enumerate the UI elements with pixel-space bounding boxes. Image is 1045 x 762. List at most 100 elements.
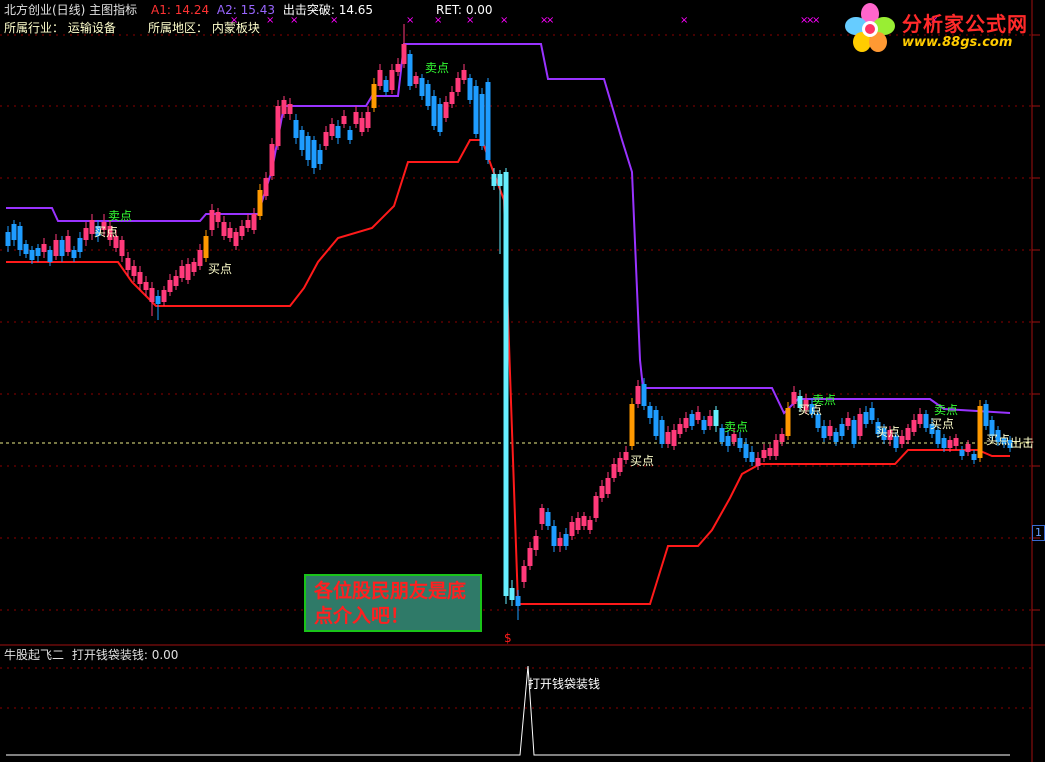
callout-line-2: 点介入吧！ bbox=[314, 605, 410, 627]
candle-body bbox=[203, 236, 209, 258]
candle bbox=[137, 266, 143, 290]
candle-body bbox=[773, 440, 779, 456]
candle-body bbox=[371, 84, 377, 108]
candle bbox=[461, 64, 467, 84]
candle bbox=[323, 126, 329, 150]
candle bbox=[563, 528, 569, 550]
candle-body bbox=[245, 220, 251, 228]
cross-mark: × bbox=[406, 15, 414, 26]
candle bbox=[233, 228, 239, 250]
candle bbox=[983, 400, 989, 430]
candle-body bbox=[299, 130, 305, 150]
candle-body bbox=[137, 272, 143, 284]
cross-mark: × bbox=[466, 15, 474, 26]
buy-label: 买点 bbox=[930, 417, 954, 431]
candle-body bbox=[515, 596, 521, 606]
candle bbox=[287, 98, 293, 120]
candle bbox=[311, 136, 317, 174]
candle-body bbox=[191, 262, 197, 272]
candle-body bbox=[827, 426, 833, 436]
candle bbox=[455, 72, 461, 96]
candle bbox=[713, 406, 719, 432]
candle bbox=[191, 258, 197, 276]
candle-body bbox=[749, 452, 755, 462]
candle bbox=[749, 446, 755, 466]
candle bbox=[623, 446, 629, 464]
candle bbox=[767, 444, 773, 460]
candle-body bbox=[545, 512, 551, 526]
candle-body bbox=[419, 78, 425, 96]
candle bbox=[695, 406, 701, 424]
logo-name: 分析家公式网 bbox=[902, 12, 1028, 36]
candle bbox=[917, 408, 923, 428]
cross-mark: × bbox=[546, 15, 554, 26]
candle bbox=[611, 458, 617, 482]
candle-body bbox=[977, 406, 983, 458]
cross-mark: × bbox=[434, 15, 442, 26]
candle bbox=[737, 432, 743, 452]
candle bbox=[545, 508, 551, 530]
candle-body bbox=[293, 120, 299, 138]
candle-body bbox=[845, 418, 851, 426]
candle-body bbox=[407, 54, 413, 86]
candle bbox=[665, 426, 671, 448]
candle-body bbox=[971, 454, 977, 460]
candle bbox=[473, 80, 479, 138]
candle-body bbox=[251, 214, 257, 230]
candle-body bbox=[335, 126, 341, 138]
candle bbox=[17, 222, 23, 256]
candle-body bbox=[509, 588, 515, 600]
candle bbox=[497, 170, 503, 254]
candle-body bbox=[539, 508, 545, 524]
candle-body bbox=[197, 250, 203, 266]
candle bbox=[911, 414, 917, 436]
candle bbox=[869, 402, 875, 424]
candle bbox=[527, 542, 533, 570]
candle-body bbox=[239, 226, 245, 236]
candle bbox=[413, 72, 419, 88]
candle bbox=[293, 114, 299, 144]
candle-body bbox=[77, 238, 83, 252]
candle-body bbox=[185, 264, 191, 280]
candle bbox=[743, 438, 749, 462]
candle bbox=[485, 78, 491, 164]
candle-body bbox=[449, 92, 455, 104]
candle-body bbox=[767, 448, 773, 456]
candle bbox=[407, 50, 413, 90]
candle-body bbox=[53, 240, 59, 256]
candle-body bbox=[761, 450, 767, 458]
candle-body bbox=[569, 522, 575, 536]
candle-body bbox=[161, 290, 167, 302]
candle-body bbox=[653, 410, 659, 436]
candle bbox=[131, 260, 137, 282]
candle bbox=[197, 244, 203, 270]
candle bbox=[821, 420, 827, 442]
candle-body bbox=[17, 226, 23, 250]
candle bbox=[557, 532, 563, 552]
sub-panel-title: 牛股起飞二 bbox=[4, 648, 65, 662]
candle bbox=[401, 24, 407, 68]
candle-body bbox=[347, 130, 353, 140]
candle-body bbox=[923, 414, 929, 428]
candle-body bbox=[689, 414, 695, 426]
candle bbox=[371, 78, 377, 112]
candle-body bbox=[71, 250, 77, 258]
candle-body bbox=[755, 458, 761, 466]
candle bbox=[773, 434, 779, 460]
candle bbox=[215, 208, 221, 228]
buy-label: 买点 bbox=[986, 433, 1010, 447]
candle bbox=[71, 246, 77, 262]
candle-body bbox=[125, 258, 131, 270]
candle bbox=[707, 410, 713, 430]
candle-body bbox=[263, 178, 269, 196]
candle-body bbox=[383, 80, 389, 92]
candle-body bbox=[659, 420, 665, 444]
candle-body bbox=[911, 420, 917, 432]
candle bbox=[5, 226, 11, 252]
candle bbox=[383, 76, 389, 96]
candle-body bbox=[983, 404, 989, 426]
candle bbox=[221, 216, 227, 240]
candle-body bbox=[791, 392, 797, 404]
candle bbox=[629, 398, 635, 450]
candle-body bbox=[29, 250, 35, 260]
